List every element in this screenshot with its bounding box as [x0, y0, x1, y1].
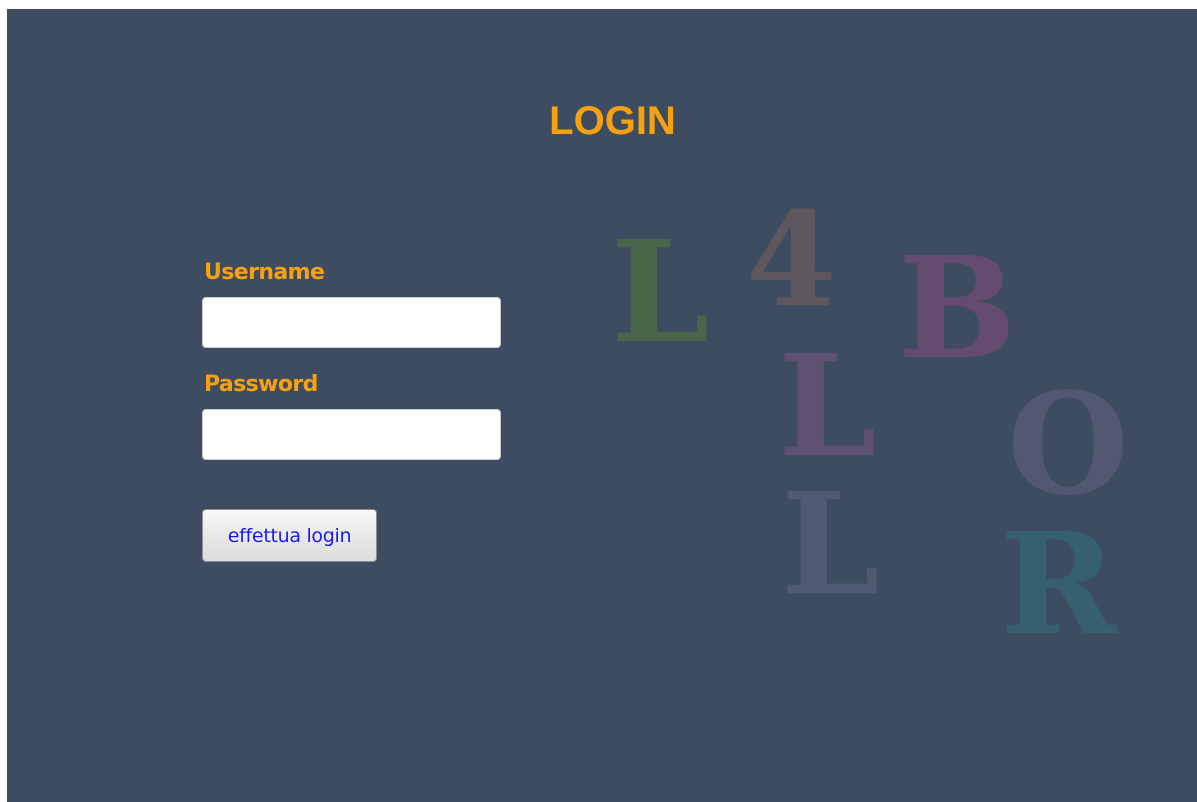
login-button[interactable]: effettua login — [202, 509, 377, 562]
username-label: Username — [204, 260, 325, 285]
logo-letter-b: B — [898, 227, 1017, 391]
username-input[interactable] — [202, 297, 501, 348]
logo-letter-l-1: L — [611, 211, 710, 375]
logo-letter-l-2: L — [778, 325, 877, 489]
logo-letter-o: O — [1007, 363, 1129, 527]
logo-letter-4: 4 — [746, 183, 837, 336]
password-input[interactable] — [202, 409, 501, 460]
logo-letter-r: R — [1000, 503, 1117, 667]
logo-letter-l-3: L — [781, 463, 880, 627]
login-panel: LOGIN L 4 B L O L R Username Password ef… — [7, 9, 1197, 802]
page-title: LOGIN — [549, 99, 676, 143]
password-label: Password — [204, 372, 318, 397]
